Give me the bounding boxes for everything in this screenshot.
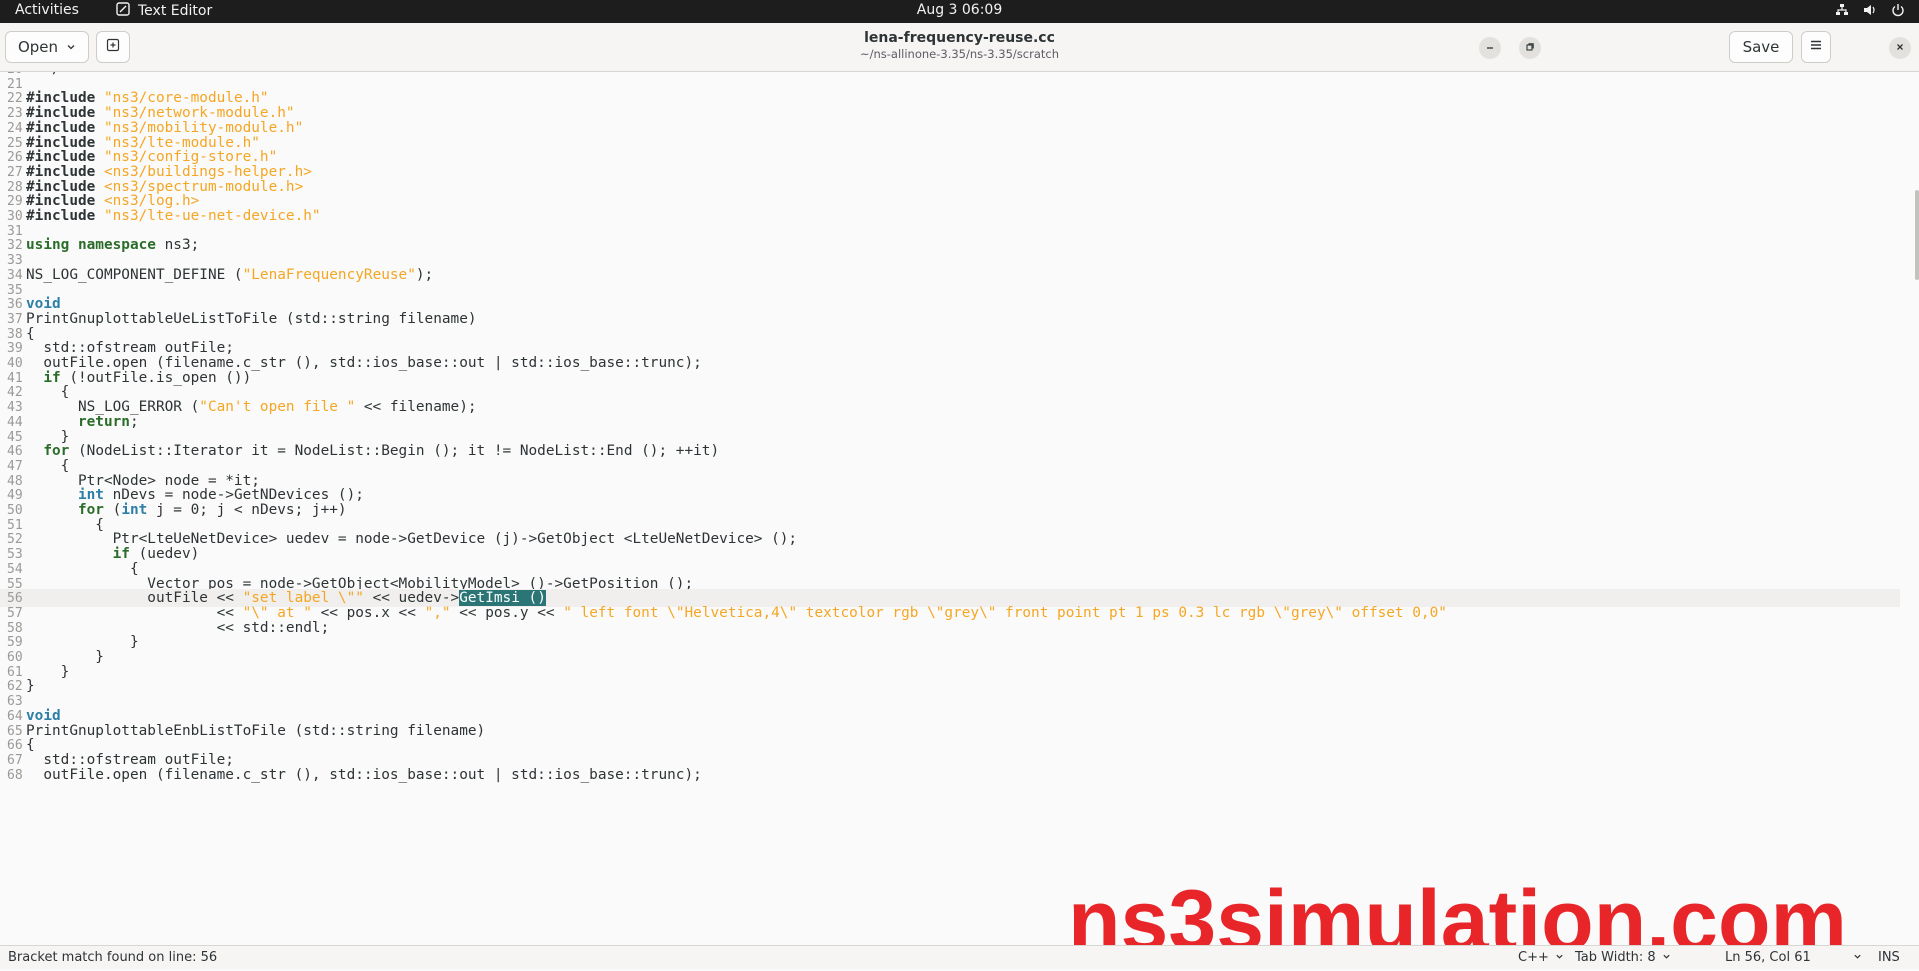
chevron-down-icon: [1555, 950, 1564, 965]
text-editor-icon: [116, 2, 130, 20]
code-text: outFile.open (filename.c_str (), std::io…: [26, 766, 702, 784]
line-number: 68: [7, 767, 23, 783]
cursor-position-selector[interactable]: Ln 56, Col 61: [1725, 950, 1862, 965]
clock[interactable]: Aug 3 06:09: [917, 2, 1003, 18]
chevron-down-icon: [1853, 950, 1862, 965]
vertical-scrollbar[interactable]: [1915, 190, 1919, 280]
code-line[interactable]: 68 outFile.open (filename.c_str (), std:…: [0, 766, 1900, 784]
code-editor[interactable]: 20 */2122#include "ns3/core-module.h"23#…: [0, 72, 1919, 945]
hamburger-menu-icon: [1809, 38, 1823, 56]
tab-width-label: Tab Width: 8: [1575, 950, 1656, 965]
volume-icon[interactable]: [1863, 3, 1877, 21]
open-label: Open: [17, 38, 59, 56]
system-top-bar: Activities Text Editor Aug 3 06:09: [0, 0, 1919, 23]
minimize-icon: [1485, 41, 1495, 55]
save-button[interactable]: Save: [1729, 31, 1793, 63]
new-tab-icon: [106, 38, 120, 56]
close-icon: [1895, 41, 1905, 55]
close-button[interactable]: [1889, 37, 1911, 59]
activities-button[interactable]: Activities: [15, 2, 79, 18]
maximize-button[interactable]: [1519, 37, 1541, 59]
header-bar: Open lena-frequency-reuse.cc ~/ns-allino…: [0, 23, 1919, 72]
language-selector[interactable]: C++: [1518, 950, 1564, 965]
restore-icon: [1525, 41, 1535, 55]
tab-width-selector[interactable]: Tab Width: 8: [1575, 950, 1671, 965]
document-path: ~/ns-allinone-3.35/ns-3.35/scratch: [859, 47, 1059, 61]
chevron-down-icon: [1662, 950, 1671, 965]
window-title: lena-frequency-reuse.cc ~/ns-allinone-3.…: [0, 30, 1919, 61]
document-title: lena-frequency-reuse.cc: [864, 30, 1055, 46]
minimize-button[interactable]: [1479, 37, 1501, 59]
cursor-position-label: Ln 56, Col 61: [1725, 950, 1811, 965]
chevron-down-icon: [66, 38, 76, 56]
status-bar: Bracket match found on line: 56 C++ Tab …: [0, 945, 1919, 969]
main-menu-button[interactable]: [1801, 31, 1831, 63]
open-button[interactable]: Open: [5, 31, 89, 63]
new-tab-button[interactable]: [96, 31, 130, 63]
system-tray[interactable]: [1835, 3, 1905, 21]
status-message: Bracket match found on line: 56: [8, 950, 218, 965]
app-menu[interactable]: Text Editor: [116, 2, 212, 20]
insert-mode-indicator[interactable]: INS: [1878, 950, 1900, 965]
app-name: Text Editor: [138, 3, 213, 19]
language-label: C++: [1518, 950, 1549, 965]
network-icon[interactable]: [1835, 3, 1849, 21]
code-token: outFile.open (filename.c_str (), std::io…: [26, 766, 702, 783]
power-icon[interactable]: [1891, 3, 1905, 21]
